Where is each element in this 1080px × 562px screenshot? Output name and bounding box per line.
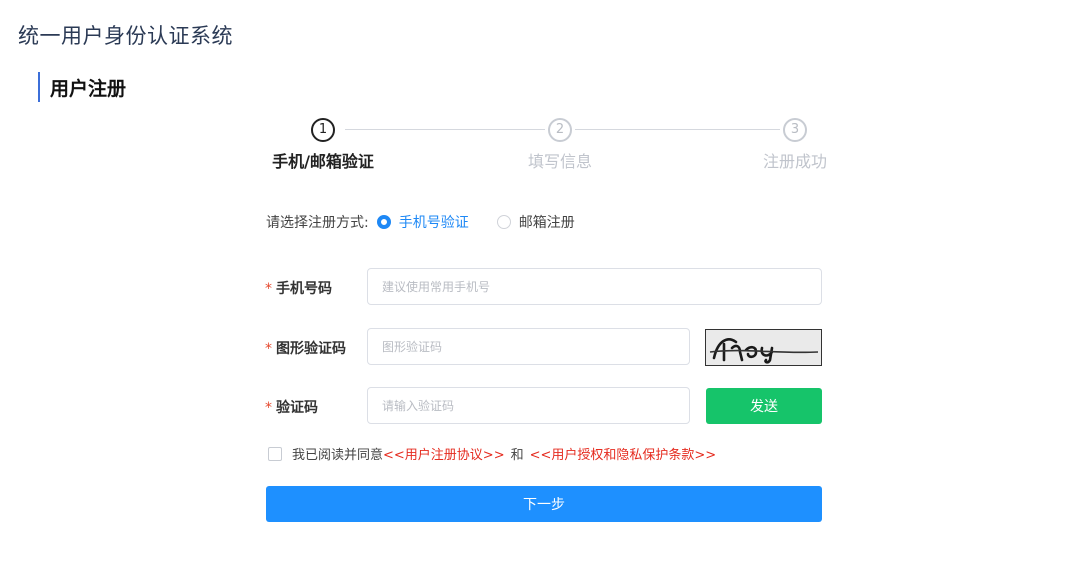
radio-email-dot[interactable] <box>496 215 511 229</box>
step-3-label: 注册成功 <box>762 152 827 171</box>
register-agreement-link[interactable]: <<用户注册协议>> <box>383 444 505 463</box>
radio-email-register[interactable]: 邮箱注册 <box>496 212 575 232</box>
send-code-button[interactable]: 发送 <box>706 388 822 424</box>
required-mark: * <box>265 400 272 416</box>
method-label: 请选择注册方式: <box>266 215 369 231</box>
step-3-number: 3 <box>783 118 807 142</box>
captcha-scribble-icon <box>709 338 819 364</box>
section-title: 用户注册 <box>50 77 127 100</box>
agreement-row: 我已阅读并同意 <<用户注册协议>> 和 <<用户授权和隐私保护条款>> <box>268 444 716 463</box>
step-1-label: 手机/邮箱验证 <box>272 152 374 171</box>
radio-phone-label[interactable]: 手机号验证 <box>399 212 469 232</box>
captcha-label: * 图形验证码 <box>265 338 346 358</box>
phone-label-text: 手机号码 <box>276 281 332 297</box>
privacy-terms-link[interactable]: <<用户授权和隐私保护条款>> <box>530 444 717 463</box>
agree-checkbox[interactable] <box>268 446 282 461</box>
captcha-image[interactable] <box>705 329 822 366</box>
captcha-label-text: 图形验证码 <box>276 341 346 357</box>
required-mark: * <box>265 281 272 297</box>
code-label: * 验证码 <box>265 397 318 417</box>
code-label-text: 验证码 <box>276 400 318 416</box>
next-step-button[interactable]: 下一步 <box>266 486 822 522</box>
radio-phone-dot[interactable] <box>376 215 391 229</box>
radio-phone-verify[interactable]: 手机号验证 <box>376 212 469 232</box>
agreement-and: 和 <box>510 448 524 463</box>
captcha-input[interactable] <box>367 328 690 365</box>
step-1-number: 1 <box>311 118 335 142</box>
radio-email-label[interactable]: 邮箱注册 <box>519 212 575 232</box>
section-header: 用户注册 <box>38 72 126 102</box>
code-input[interactable] <box>367 387 690 424</box>
phone-label: * 手机号码 <box>265 278 332 298</box>
agreement-prefix: 我已阅读并同意 <box>292 448 384 463</box>
required-mark: * <box>265 341 272 357</box>
phone-input[interactable] <box>367 268 822 305</box>
step-2-number: 2 <box>548 118 572 142</box>
step-1: 1 手机/邮箱验证 <box>248 118 398 172</box>
section-accent-bar <box>38 72 40 102</box>
step-3: 3 注册成功 <box>720 118 870 172</box>
registration-method: 请选择注册方式: 手机号验证 邮箱注册 <box>266 212 603 232</box>
app-title: 统一用户身份认证系统 <box>18 24 233 48</box>
step-2-label: 填写信息 <box>527 152 592 171</box>
step-2: 2 填写信息 <box>485 118 635 172</box>
